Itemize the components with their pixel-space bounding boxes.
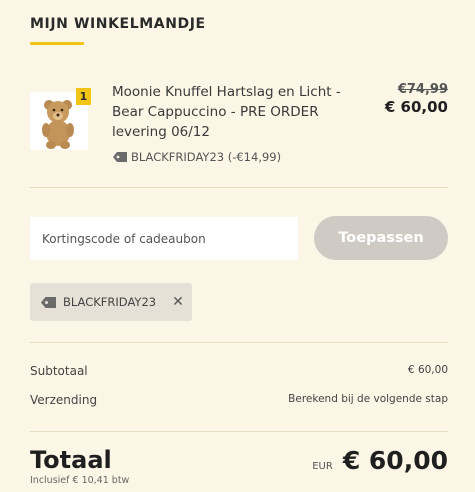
total-label: Totaal xyxy=(30,446,112,474)
total-price: EUR € 60,00 xyxy=(312,446,448,475)
cart-header: MIJN WINKELMANDJE xyxy=(30,16,206,45)
cart-line-item: 1 Moonie Knuffel Hartslag en Licht - Bea… xyxy=(30,82,448,172)
currency-code: EUR xyxy=(312,461,333,472)
subtotal-row: Subtotaal € 60,00 xyxy=(30,364,448,378)
cart-title: MIJN WINKELMANDJE xyxy=(30,16,206,32)
title-underline xyxy=(30,42,84,45)
shipping-row: Verzending Berekend bij de volgende stap xyxy=(30,393,448,407)
remove-coupon-icon[interactable]: ✕ xyxy=(172,294,184,310)
shipping-value: Berekend bij de volgende stap xyxy=(288,393,448,405)
product-name[interactable]: Moonie Knuffel Hartslag en Licht - Bear … xyxy=(112,82,352,142)
tax-note: Inclusief € 10,41 btw xyxy=(30,475,130,486)
divider xyxy=(30,342,448,343)
applied-coupon-chip: BLACKFRIDAY23 ✕ xyxy=(30,283,192,321)
discounted-price: € 60,00 xyxy=(384,98,448,116)
subtotal-value: € 60,00 xyxy=(407,364,448,376)
original-price: €74,99 xyxy=(397,82,448,97)
discount-code-text: BLACKFRIDAY23 (-€14,99) xyxy=(131,150,282,164)
divider xyxy=(30,431,448,432)
applied-coupon-code: BLACKFRIDAY23 xyxy=(63,295,157,309)
total-amount: € 60,00 xyxy=(342,446,448,475)
discount-code-input[interactable]: Kortingscode of cadeaubon xyxy=(30,217,298,260)
tag-icon xyxy=(113,152,127,162)
subtotal-label: Subtotaal xyxy=(30,364,88,378)
quantity-badge: 1 xyxy=(76,88,91,105)
applied-discount-label: BLACKFRIDAY23 (-€14,99) xyxy=(112,150,281,164)
divider xyxy=(30,187,448,188)
shipping-label: Verzending xyxy=(30,393,98,407)
apply-discount-button[interactable]: Toepassen xyxy=(314,216,448,260)
tag-icon xyxy=(41,296,56,308)
